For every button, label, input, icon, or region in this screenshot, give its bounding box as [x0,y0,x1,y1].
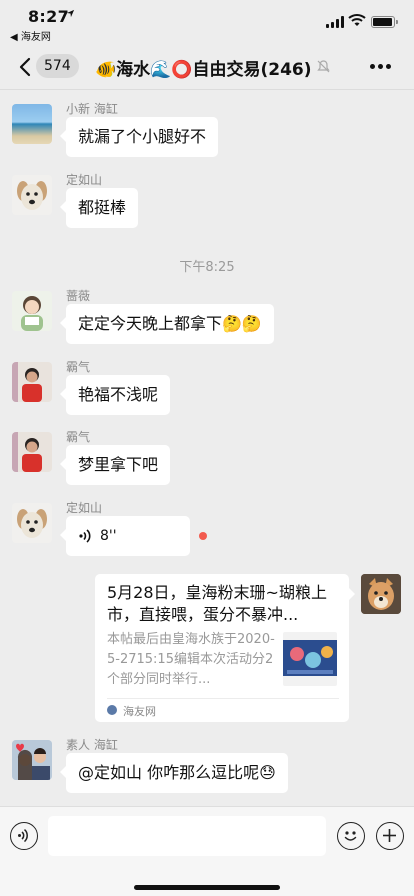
emoji-icon[interactable] [337,822,365,850]
voice-duration: 8'' [100,528,117,544]
sender-name: 定如山 [66,501,103,515]
card-description: 本帖最后由皇海水族于2020-5-2715:15编辑本次活动分2个部分同时举行.… [107,632,275,687]
avatar[interactable] [12,104,52,144]
cellular-signal-icon [326,16,344,28]
back-to-app-link[interactable]: ◀ 海友网 [10,28,51,43]
card-thumbnail-image [283,632,337,686]
message-bubble[interactable]: 就漏了个小腿好不 [59,117,219,157]
sender-name: 霸气 [66,360,91,374]
card-source: 海友网 [123,705,156,718]
home-indicator[interactable] [134,885,280,890]
self-avatar[interactable] [361,574,401,614]
avatar[interactable] [12,175,52,215]
voice-input-icon[interactable] [10,822,38,850]
message-bubble[interactable]: @定如山 你咋那么逗比呢😓 [60,753,288,793]
avatar[interactable] [12,740,52,780]
sender-name: 霸气 [66,430,91,444]
sender-name: 小新 海缸 [66,102,118,116]
message-bubble[interactable]: 艳福不浅呢 [59,375,171,415]
shared-link-card[interactable]: 5月28日，皇海粉末珊~瑚粮上市，直接喂，蛋分不暴冲... 本帖最后由皇海水族于… [95,574,355,722]
more-options-icon[interactable] [370,64,392,70]
avatar[interactable] [12,362,52,402]
input-toolbar [0,806,414,896]
chat-title: 🐠海水🌊⭕自由交易(246) [95,60,312,80]
chat-header: 574 🐠海水🌊⭕自由交易(246) [0,44,414,90]
unplayed-voice-dot [199,532,207,540]
sender-name: 素人 海缸 [66,738,118,752]
battery-icon [371,16,398,28]
sender-name: 定如山 [66,173,103,187]
avatar[interactable] [12,503,52,543]
location-arrow-icon [66,9,75,18]
avatar[interactable] [12,291,52,331]
message-bubble[interactable]: 梦里拿下吧 [59,445,171,485]
status-bar: 8:27 ◀ 海友网 [0,0,414,44]
message-bubble[interactable]: 定定今天晚上都拿下🤔🤔 [60,304,274,344]
back-chevron-icon[interactable] [16,56,36,78]
mute-bell-icon [317,60,330,73]
voice-message-bubble[interactable]: 8'' [60,516,190,556]
time-separator: 下午8:25 [179,260,235,275]
message-bubble[interactable]: 都挺棒 [59,188,139,228]
unread-count-badge[interactable]: 574 [36,54,79,78]
sender-name: 蔷薇 [66,289,91,303]
message-input[interactable] [48,816,326,856]
card-title: 5月28日，皇海粉末珊~瑚粮上市，直接喂，蛋分不暴冲... [107,583,327,624]
clock: 8:27 [28,7,69,26]
wifi-icon [348,14,366,26]
avatar[interactable] [12,432,52,472]
voice-wave-icon [79,529,91,543]
card-divider [107,698,339,699]
add-more-icon[interactable] [376,822,404,850]
source-logo-icon [107,705,117,715]
